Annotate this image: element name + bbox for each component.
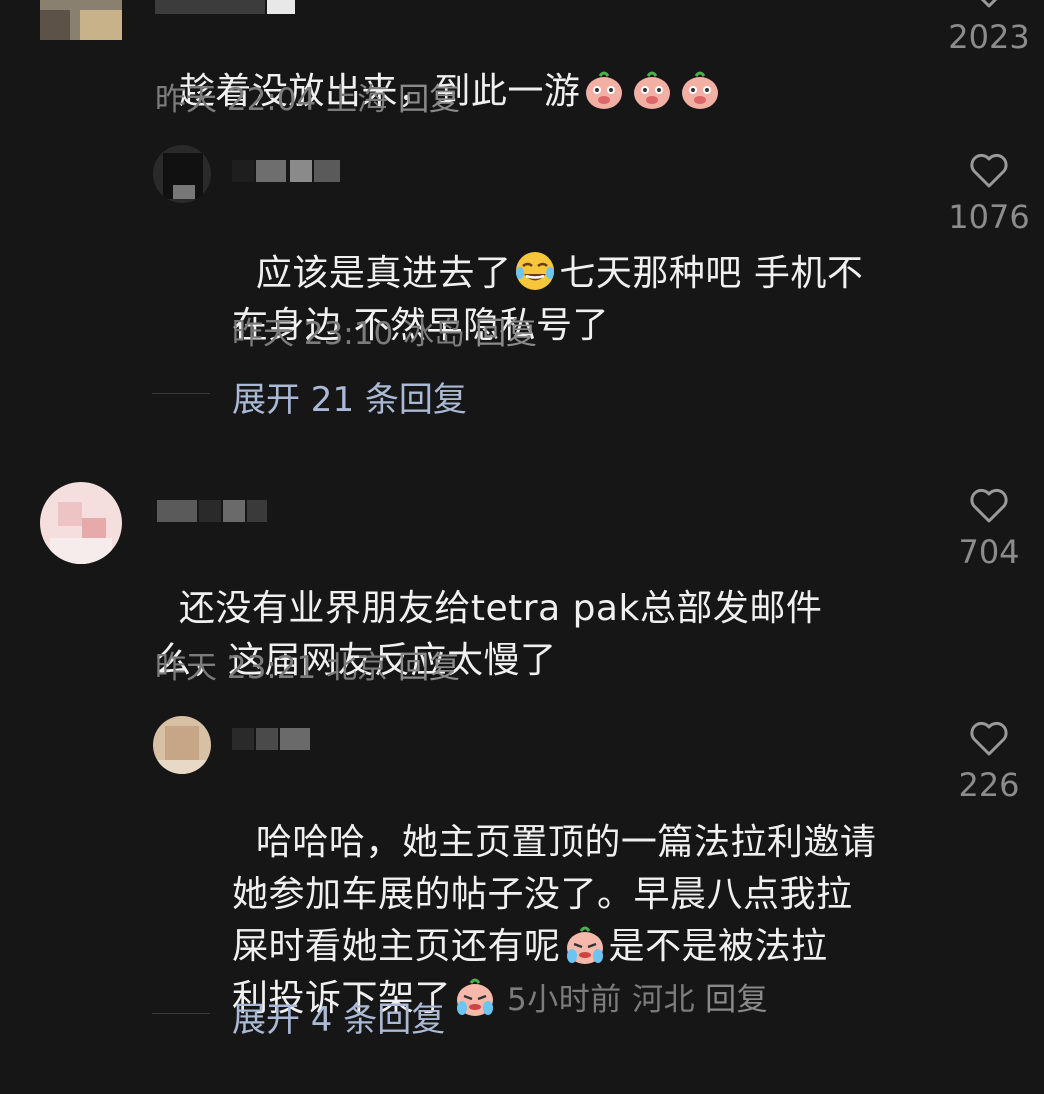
divider	[152, 393, 210, 394]
like-count: 226	[958, 766, 1020, 804]
heart-icon	[980, 0, 998, 8]
heart-icon	[970, 153, 1008, 188]
avatar[interactable]	[40, 0, 122, 40]
comment-meta: 5小时前 河北 回复	[507, 982, 769, 1018]
comment-meta: 昨天 22:04 上海 回复	[155, 82, 461, 118]
like-button[interactable]: 1076	[944, 150, 1034, 236]
reply-button[interactable]: 回复	[705, 982, 768, 1018]
comment-meta: 昨天 23:21 北京 回复	[155, 650, 461, 686]
username-blurred[interactable]	[155, 0, 295, 14]
comment-meta: 昨天 23:10 冰岛 回复	[232, 316, 538, 352]
crying-peach-emoji-icon	[451, 978, 499, 1019]
username-blurred[interactable]	[232, 160, 342, 182]
avatar[interactable]	[153, 716, 211, 774]
crying-peach-emoji-icon	[561, 926, 609, 967]
comment-text: 哈哈哈，她主页置顶的一篇法拉利邀请 她参加车展的帖子没了。早晨八点我拉 屎时看她主页…	[232, 822, 877, 1019]
like-count: 2023	[948, 18, 1030, 56]
like-button[interactable]: 226	[944, 718, 1034, 804]
heart-icon	[970, 721, 1008, 756]
like-count: 704	[958, 533, 1020, 571]
like-count: 1076	[948, 198, 1030, 236]
avatar[interactable]	[153, 145, 211, 203]
peach-emoji-icon	[580, 71, 724, 112]
reply-button[interactable]: 回复	[475, 316, 537, 352]
tears-of-joy-emoji-icon	[511, 252, 559, 294]
avatar[interactable]	[40, 482, 122, 564]
reply-button[interactable]: 回复	[398, 650, 460, 686]
divider	[152, 1013, 210, 1014]
expand-replies-button[interactable]: 展开 21 条回复	[232, 372, 467, 421]
username-blurred[interactable]	[232, 728, 314, 750]
username-blurred[interactable]	[157, 500, 269, 522]
heart-icon	[970, 488, 1008, 523]
like-button[interactable]: 2023	[944, 0, 1034, 56]
expand-replies-button[interactable]: 展开 4 条回复	[232, 992, 445, 1041]
like-button[interactable]: 704	[944, 485, 1034, 571]
reply-button[interactable]: 回复	[398, 82, 460, 118]
